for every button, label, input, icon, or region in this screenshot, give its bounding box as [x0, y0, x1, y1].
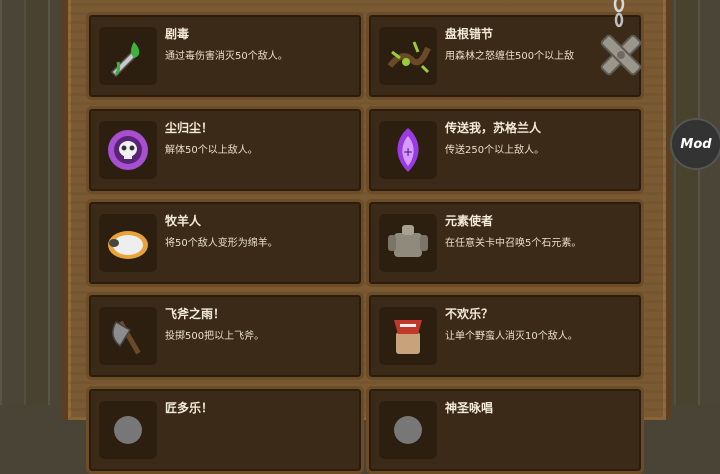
achievement-title: 飞斧之雨！ — [165, 307, 226, 321]
achievement-card[interactable]: 飞斧之雨！ 投掷500把以上飞斧。 — [86, 292, 364, 380]
achievement-title: 剧毒 — [165, 27, 190, 41]
achievement-title: 神圣咏唱 — [445, 401, 494, 415]
achievement-card[interactable]: 牧羊人将50个敌人变形为绵羊。 — [86, 199, 364, 287]
poison-dagger-icon — [99, 27, 157, 85]
achievement-title: 盘根错节 — [445, 27, 494, 41]
skull-rune-icon — [99, 121, 157, 179]
achievement-description: 用森林之怒缠住500个以上敌 — [445, 51, 575, 62]
achievement-card[interactable]: 神圣咏唱 — [366, 386, 644, 474]
achievement-description: 在任意关卡中召唤5个石元素。 — [445, 238, 582, 249]
achievement-title: 元素使者 — [445, 214, 494, 228]
achievement-card[interactable]: + 传送我，苏格兰人 传送250个以上敌人。 — [366, 106, 644, 194]
left-wall-background — [0, 0, 66, 405]
teleport-icon: + — [379, 121, 437, 179]
achievement-title: 不欢乐？ — [445, 307, 494, 321]
achievement-description: 将50个敌人变形为绵羊。 — [165, 238, 278, 249]
axe-icon — [99, 307, 157, 365]
barbarian-icon — [379, 307, 437, 365]
achievement-card[interactable]: 不欢乐？ 让单个野蛮人消灭10个敌人。 — [366, 292, 644, 380]
achievement-title: 牧羊人 — [165, 214, 202, 228]
placeholder-icon — [379, 401, 437, 459]
achievement-card[interactable]: 匠多乐！ — [86, 386, 364, 474]
thorny-roots-icon — [379, 27, 437, 85]
achievement-description: 传送250个以上敌人。 — [445, 145, 545, 156]
mod-button[interactable]: Mod — [670, 118, 720, 170]
sheep-icon — [99, 214, 157, 272]
achievement-description: 解体50个以上敌人。 — [165, 145, 258, 156]
achievement-description: 让单个野蛮人消灭10个敌人。 — [445, 331, 578, 342]
placeholder-icon — [99, 401, 157, 459]
achievement-description: 通过毒伤害消灭50个敌人。 — [165, 51, 288, 62]
achievement-card[interactable]: 尘归尘！ 解体50个以上敌人。 — [86, 106, 364, 194]
stone-golem-icon — [379, 214, 437, 272]
achievement-title: 尘归尘！ — [165, 121, 214, 135]
svg-text:+: + — [403, 145, 413, 159]
achievement-title: 传送我，苏格兰人 — [445, 121, 542, 135]
achievement-card[interactable]: 剧毒通过毒伤害消灭50个敌人。 — [86, 12, 364, 100]
achievement-title: 匠多乐！ — [165, 401, 214, 415]
achievement-card[interactable]: 元素使者在任意关卡中召唤5个石元素。 — [366, 199, 644, 287]
close-x-icon[interactable] — [594, 28, 648, 82]
achievement-description: 投掷500把以上飞斧。 — [165, 331, 265, 342]
